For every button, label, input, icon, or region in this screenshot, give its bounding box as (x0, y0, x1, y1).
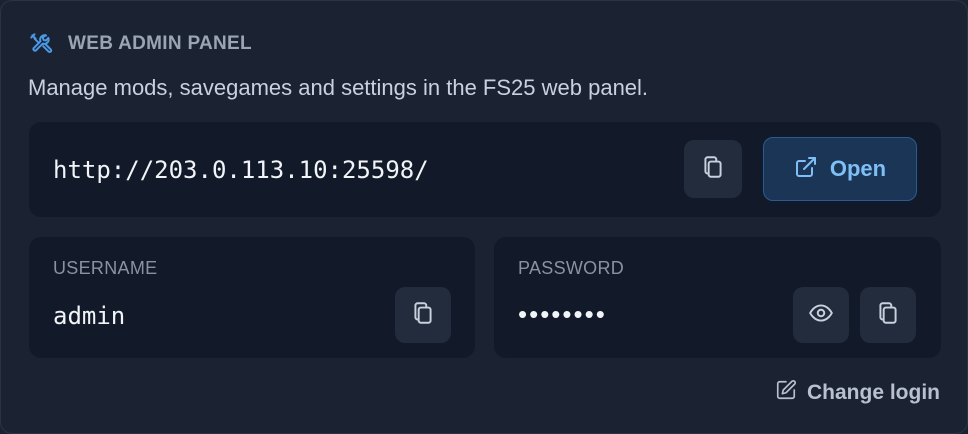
username-value: admin (53, 302, 126, 330)
url-box: http://203.0.113.10:25598/ Open (29, 122, 941, 217)
panel-header: WEB ADMIN PANEL (28, 31, 252, 57)
panel-title: WEB ADMIN PANEL (68, 33, 252, 54)
username-label: USERNAME (53, 258, 158, 278)
tools-icon (28, 31, 54, 57)
password-value-masked: •••••••• (518, 299, 607, 329)
copy-password-button[interactable] (860, 287, 916, 343)
change-login-label: Change login (807, 380, 940, 404)
password-box: PASSWORD •••••••• (494, 237, 941, 358)
username-box: USERNAME admin (29, 237, 475, 358)
pencil-icon (775, 379, 797, 406)
open-button-label: Open (829, 156, 887, 181)
eye-icon (808, 300, 834, 331)
copy-url-button[interactable] (684, 140, 742, 198)
copy-icon (875, 300, 901, 331)
password-label: PASSWORD (518, 258, 625, 278)
web-admin-panel-card: WEB ADMIN PANEL Manage mods, savegames a… (0, 0, 968, 434)
open-button[interactable]: Open (763, 137, 917, 201)
panel-description: Manage mods, savegames and settings in t… (28, 75, 649, 100)
copy-icon (700, 154, 726, 185)
copy-username-button[interactable] (395, 287, 451, 343)
change-login-link[interactable]: Change login (775, 379, 940, 406)
admin-url: http://203.0.113.10:25598/ (53, 156, 429, 184)
reveal-password-button[interactable] (793, 287, 849, 343)
external-link-icon (794, 155, 818, 184)
copy-icon (410, 300, 436, 331)
